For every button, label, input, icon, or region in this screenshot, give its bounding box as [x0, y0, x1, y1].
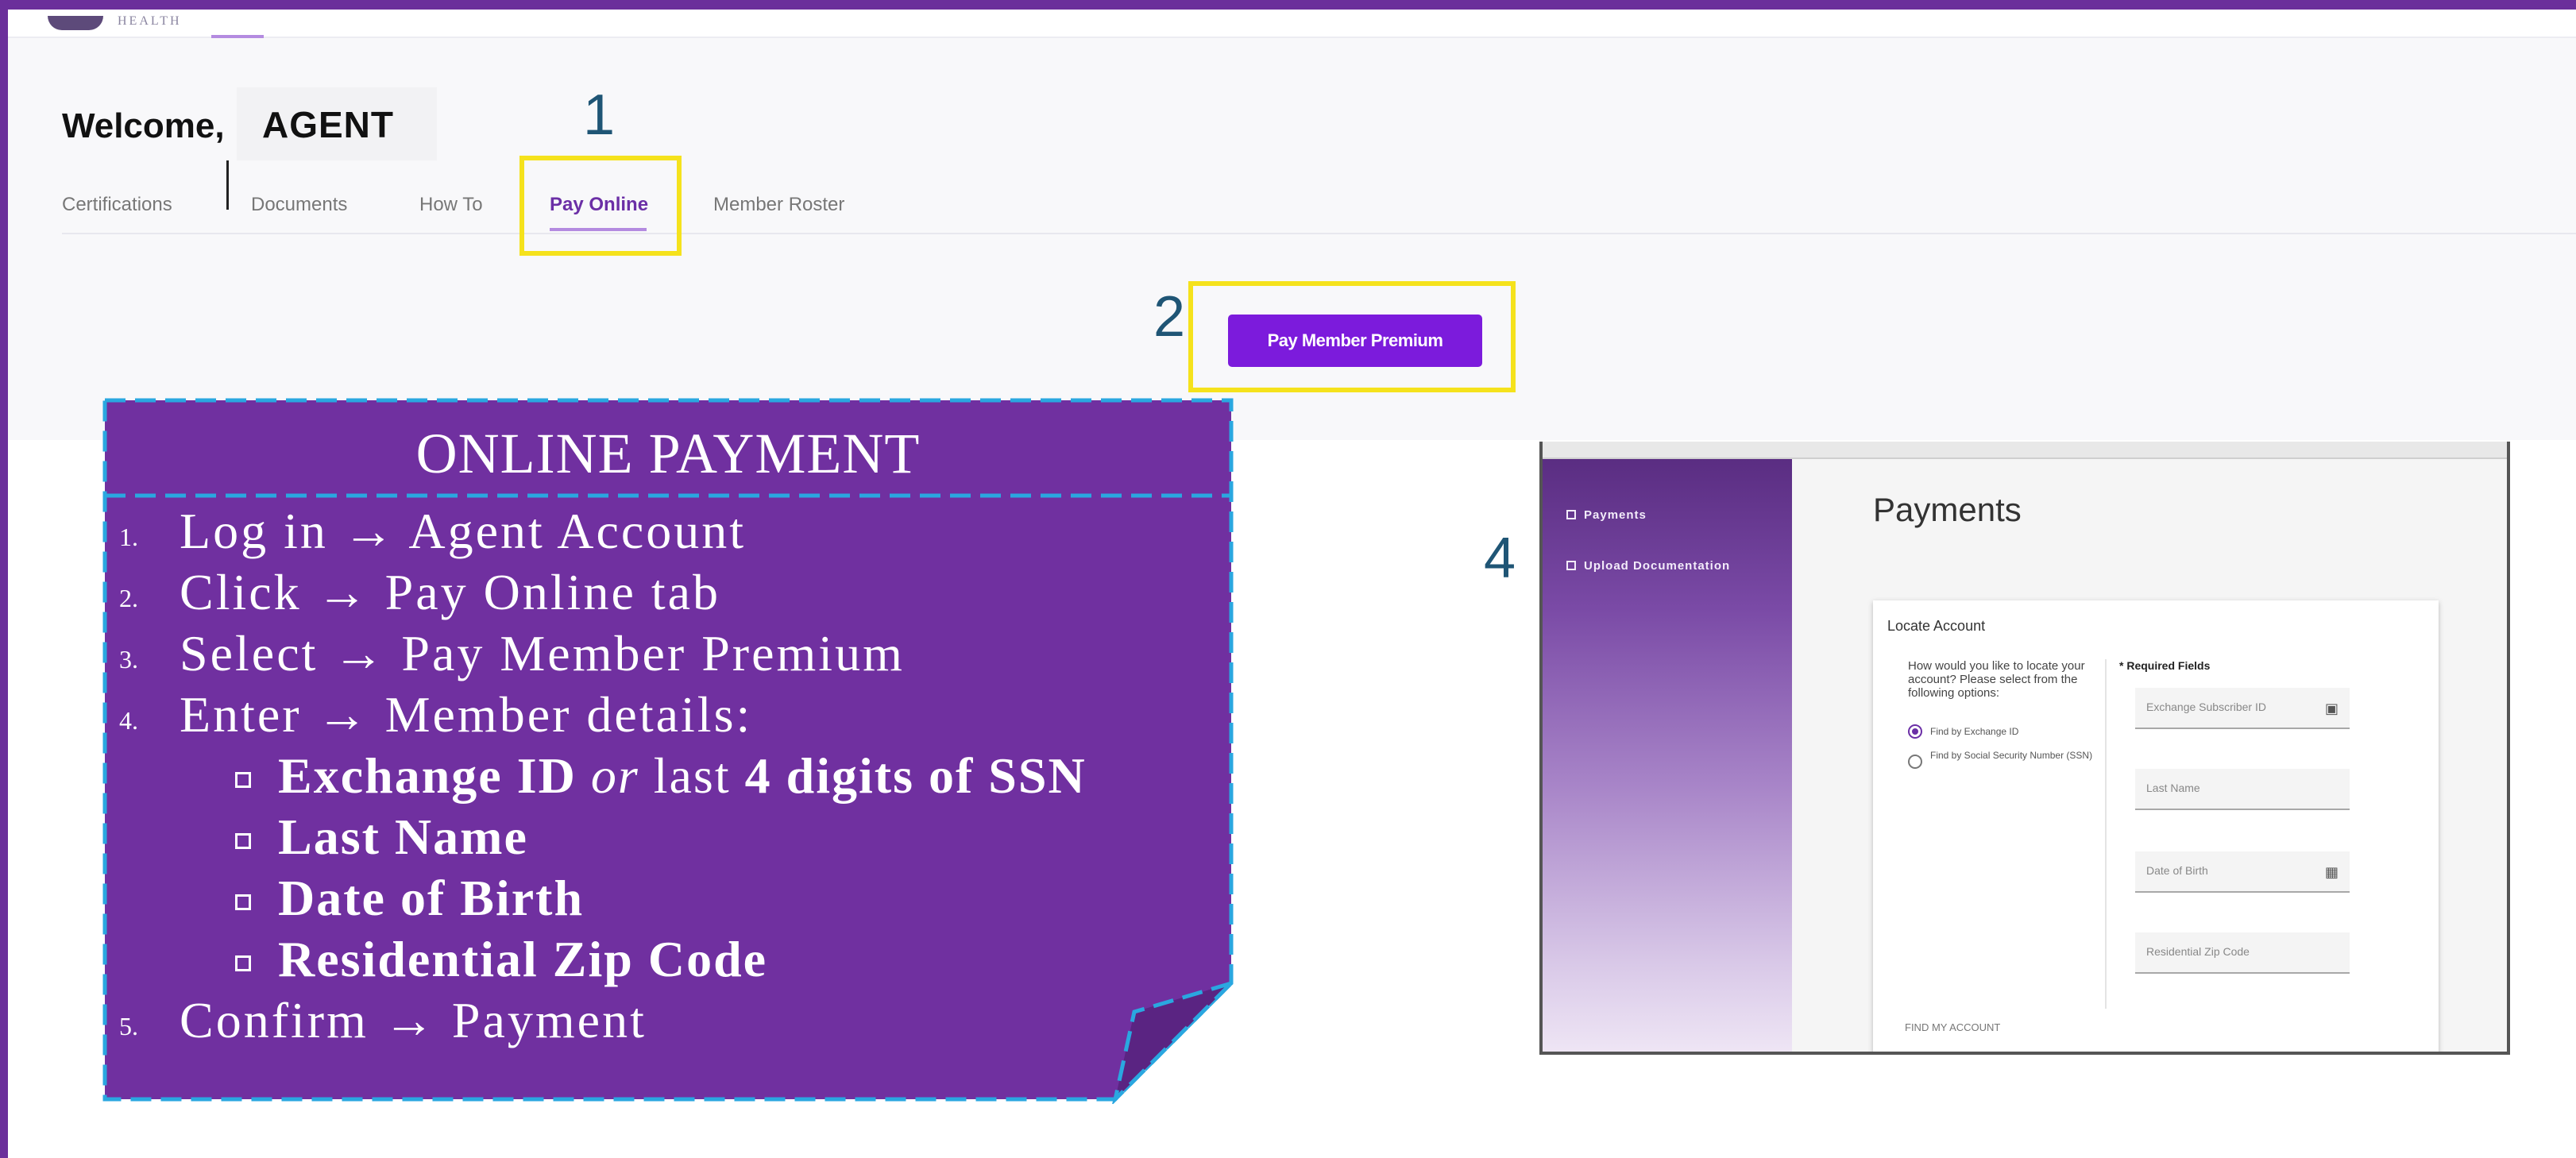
last-name-field[interactable]: Last Name — [2135, 769, 2350, 810]
required-fields-note: * Required Fields — [2119, 659, 2211, 672]
instruction-step: 1. Log in → Agent Account — [119, 502, 1215, 563]
payments-sidebar: Payments Upload Documentation — [1543, 459, 1792, 1052]
id-card-icon: ▣ — [2324, 701, 2338, 716]
detail-ssn: 4 digits of SSN — [744, 747, 1087, 804]
date-of-birth-field[interactable]: Date of Birth ▦ — [2135, 851, 2350, 893]
tab-divider — [62, 233, 2576, 234]
locate-account-question: How would you like to locate your accoun… — [1908, 659, 2085, 700]
highlight-box-pay-online — [519, 156, 682, 256]
logo-mark-icon — [48, 16, 103, 30]
detail-or: or — [590, 747, 639, 804]
step-text: Click → Pay Online tab — [180, 564, 721, 620]
detail-last-name: Last Name — [278, 809, 528, 865]
portal-header: HEALTH — [8, 10, 2576, 38]
field-label: Exchange Subscriber ID — [2146, 701, 2266, 713]
tab-documents[interactable]: Documents — [251, 194, 347, 216]
find-my-account-button[interactable]: FIND MY ACCOUNT — [1905, 1021, 2000, 1033]
agent-name: AGENT — [262, 104, 394, 145]
checkbox-bullet-icon — [235, 772, 251, 788]
checkbox-bullet-icon — [235, 955, 251, 971]
locate-account-title: Locate Account — [1887, 618, 1986, 634]
step-text: Select → Pay Member Premium — [180, 625, 905, 681]
detail-item: Date of Birth — [119, 869, 1215, 930]
checkbox-bullet-icon — [235, 833, 251, 849]
calendar-icon[interactable]: ▦ — [2325, 864, 2338, 881]
instruction-title: ONLINE PAYMENT — [415, 422, 921, 485]
step-text: Log in → Agent Account — [180, 503, 747, 559]
logo-text: HEALTH — [118, 14, 182, 28]
step-number: 3. — [119, 645, 138, 674]
screenshot-top-bar — [1543, 442, 2507, 459]
callout-step-1: 1 — [583, 83, 616, 147]
radio-find-by-ssn[interactable] — [1908, 755, 1922, 769]
dollar-icon — [1566, 510, 1576, 519]
detail-item: Residential Zip Code — [119, 930, 1215, 991]
radio-label: Find by Social Security Number (SSN) — [1930, 750, 2093, 761]
tab-how-to[interactable]: How To — [419, 194, 483, 216]
detail-item: Exchange ID or last 4 digits of SSN — [119, 747, 1215, 808]
field-label: Date of Birth — [2146, 864, 2208, 877]
sidebar-item-upload-documentation[interactable]: Upload Documentation — [1566, 559, 1730, 573]
instruction-step: 4. Enter → Member details: — [119, 685, 1215, 747]
step-number: 5. — [119, 1012, 138, 1040]
callout-step-2: 2 — [1153, 285, 1186, 349]
step-text: Confirm → Payment — [180, 992, 647, 1048]
sidebar-item-payments[interactable]: Payments — [1566, 508, 1647, 522]
sidebar-item-label: Payments — [1584, 508, 1647, 522]
detail-exchange-id: Exchange ID or last 4 digits of SSN — [278, 747, 1087, 805]
step-number: 1. — [119, 523, 138, 551]
detail-dob: Date of Birth — [278, 870, 585, 926]
exchange-subscriber-id-field[interactable]: Exchange Subscriber ID ▣ — [2135, 688, 2350, 729]
welcome-greeting: Welcome, — [62, 106, 225, 145]
header-nav-underline — [211, 35, 264, 38]
detail-last: last — [653, 747, 731, 804]
frame-left-border — [0, 0, 8, 1158]
payments-page-screenshot: Payments Upload Documentation Payments L… — [1539, 442, 2510, 1055]
locate-account-card: Locate Account How would you like to loc… — [1873, 600, 2439, 1052]
field-label: Residential Zip Code — [2146, 945, 2250, 958]
detail-item: Last Name — [119, 808, 1215, 869]
payments-page-title: Payments — [1873, 491, 2022, 528]
instruction-step: 2. Click → Pay Online tab — [119, 563, 1215, 624]
pay-member-premium-button[interactable]: Pay Member Premium — [1228, 315, 1482, 367]
checkbox-bullet-icon — [235, 894, 251, 910]
tab-member-roster[interactable]: Member Roster — [713, 194, 844, 216]
text-cursor — [226, 160, 229, 210]
instruction-step: 5. Confirm → Payment — [119, 991, 1215, 1052]
radio-find-by-exchange-id[interactable] — [1908, 724, 1922, 739]
detail-exchange-id-label: Exchange ID — [278, 747, 577, 804]
residential-zip-code-field[interactable]: Residential Zip Code — [2135, 932, 2350, 974]
detail-zip: Residential Zip Code — [278, 931, 768, 987]
instruction-steps: 1. Log in → Agent Account 2. Click → Pay… — [119, 502, 1215, 1052]
sidebar-item-label: Upload Documentation — [1584, 559, 1731, 573]
step-number: 4. — [119, 706, 138, 735]
callout-step-4: 4 — [1484, 527, 1516, 590]
tab-certifications[interactable]: Certifications — [62, 194, 172, 216]
step-number: 2. — [119, 584, 138, 612]
instruction-step: 3. Select → Pay Member Premium — [119, 624, 1215, 685]
frame-top-border — [0, 0, 2576, 10]
document-icon — [1566, 561, 1576, 570]
card-column-divider — [2105, 659, 2107, 1009]
field-label: Last Name — [2146, 782, 2200, 794]
step-text: Enter → Member details: — [180, 686, 753, 743]
radio-label: Find by Exchange ID — [1930, 726, 2019, 737]
